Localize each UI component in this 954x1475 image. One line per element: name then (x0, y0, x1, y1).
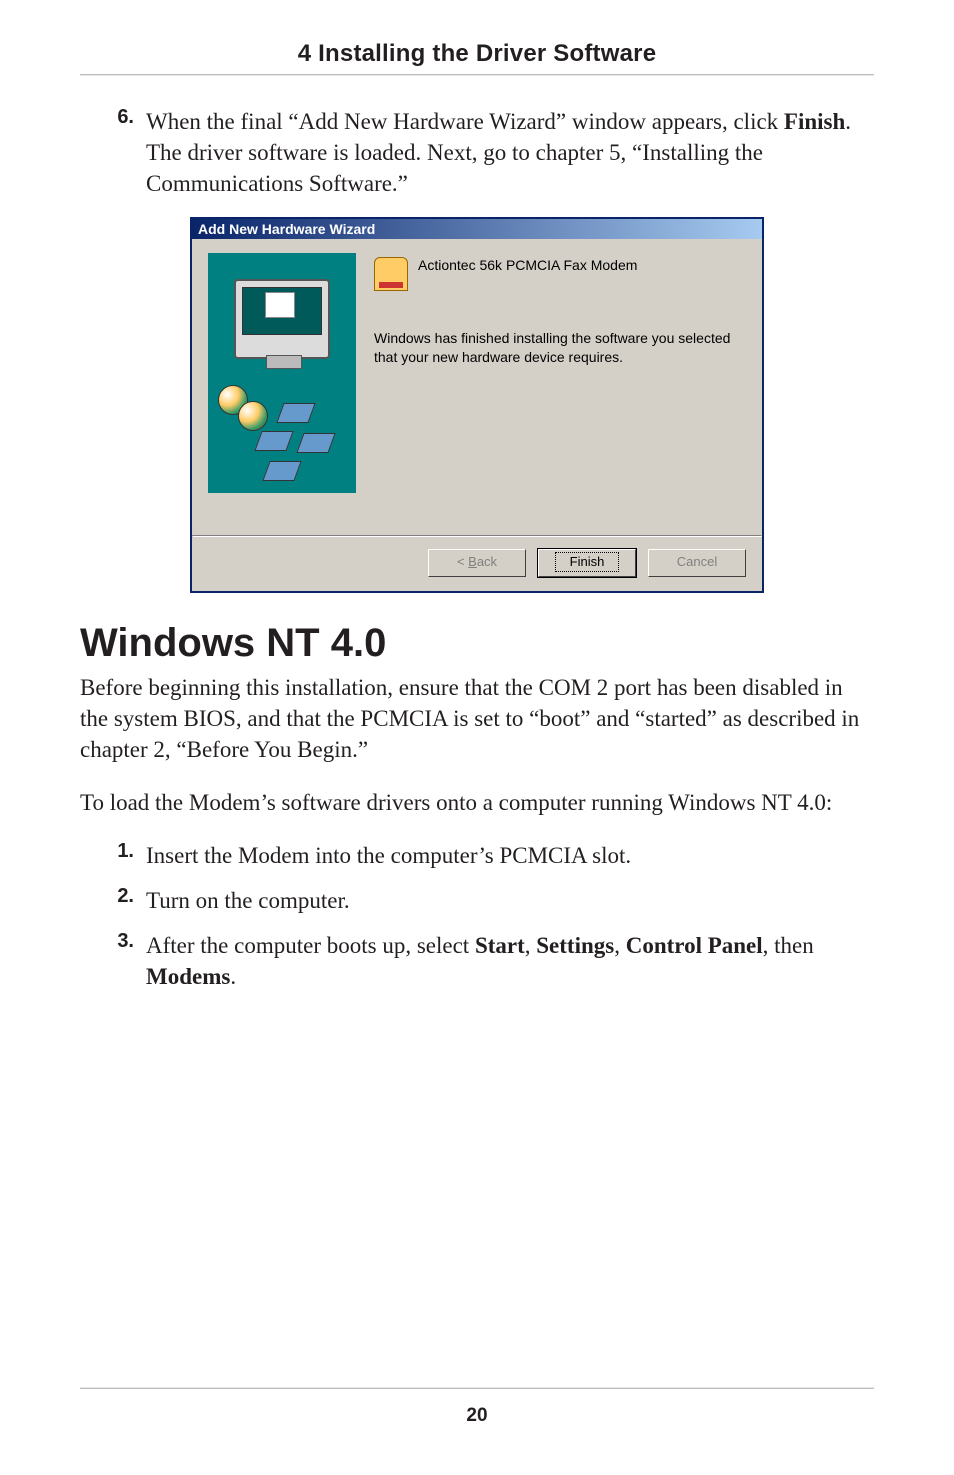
finish-button-label: Finish (555, 552, 620, 572)
step-text: Turn on the computer. (146, 885, 874, 916)
header-divider (80, 74, 874, 76)
media-icon (262, 461, 301, 481)
step-text: Insert the Modem into the computer’s PCM… (146, 840, 874, 871)
step-text: After the computer boots up, select Star… (146, 930, 874, 992)
back-button: < Back (428, 549, 526, 577)
step-1: 1. Insert the Modem into the computer’s … (100, 840, 874, 871)
section-lead: To load the Modem’s software drivers ont… (80, 787, 874, 818)
add-new-hardware-wizard-window: Add New Hardware Wizard Actiontec 56k PC… (190, 217, 764, 593)
modems-term: Modems (146, 964, 230, 989)
start-term: Start (475, 933, 525, 958)
document-page: 4 Installing the Driver Software 6. When… (0, 0, 954, 1475)
page-number: 20 (0, 1405, 954, 1427)
back-prefix: < (457, 554, 468, 569)
step6-pre: When the final “Add New Hardware Wizard”… (146, 109, 784, 134)
step-number: 3. (100, 930, 146, 992)
step-6: 6. When the final “Add New Hardware Wiza… (100, 106, 874, 199)
wizard-body: Actiontec 56k PCMCIA Fax Modem Windows h… (192, 239, 762, 535)
cd-icon (238, 401, 268, 431)
step-text: When the final “Add New Hardware Wizard”… (146, 106, 874, 199)
wizard-content: Actiontec 56k PCMCIA Fax Modem Windows h… (356, 253, 746, 523)
s3-after: , then (763, 933, 814, 958)
step-number: 6. (100, 106, 146, 199)
footer-divider (80, 1387, 874, 1389)
media-icon (254, 431, 293, 451)
step-number: 1. (100, 840, 146, 871)
step-3: 3. After the computer boots up, select S… (100, 930, 874, 992)
wizard-button-row: < Back Finish Cancel (192, 537, 762, 591)
finish-term: Finish (784, 109, 845, 134)
media-icon (296, 433, 335, 453)
back-accel: B (468, 554, 477, 569)
detected-device-name: Actiontec 56k PCMCIA Fax Modem (418, 255, 637, 273)
cancel-button: Cancel (648, 549, 746, 577)
wizard-sidebar-graphic (208, 253, 356, 493)
settings-term: Settings (536, 933, 614, 958)
s3-sep2: , (614, 933, 626, 958)
media-icon (276, 403, 315, 423)
s3-end: . (230, 964, 236, 989)
modem-icon (374, 257, 408, 291)
section-intro: Before beginning this installation, ensu… (80, 672, 874, 765)
chapter-title: 4 Installing the Driver Software (80, 40, 874, 68)
finish-button[interactable]: Finish (538, 549, 636, 577)
back-suffix: ack (477, 554, 497, 569)
computer-icon (234, 279, 330, 359)
control-panel-term: Control Panel (626, 933, 763, 958)
s3-sep1: , (525, 933, 537, 958)
wizard-message: Windows has finished installing the soft… (374, 329, 740, 367)
s3-prefix: After the computer boots up, select (146, 933, 475, 958)
step-number: 2. (100, 885, 146, 916)
section-heading: Windows NT 4.0 (80, 621, 874, 666)
wizard-titlebar: Add New Hardware Wizard (192, 219, 762, 239)
step-2: 2. Turn on the computer. (100, 885, 874, 916)
